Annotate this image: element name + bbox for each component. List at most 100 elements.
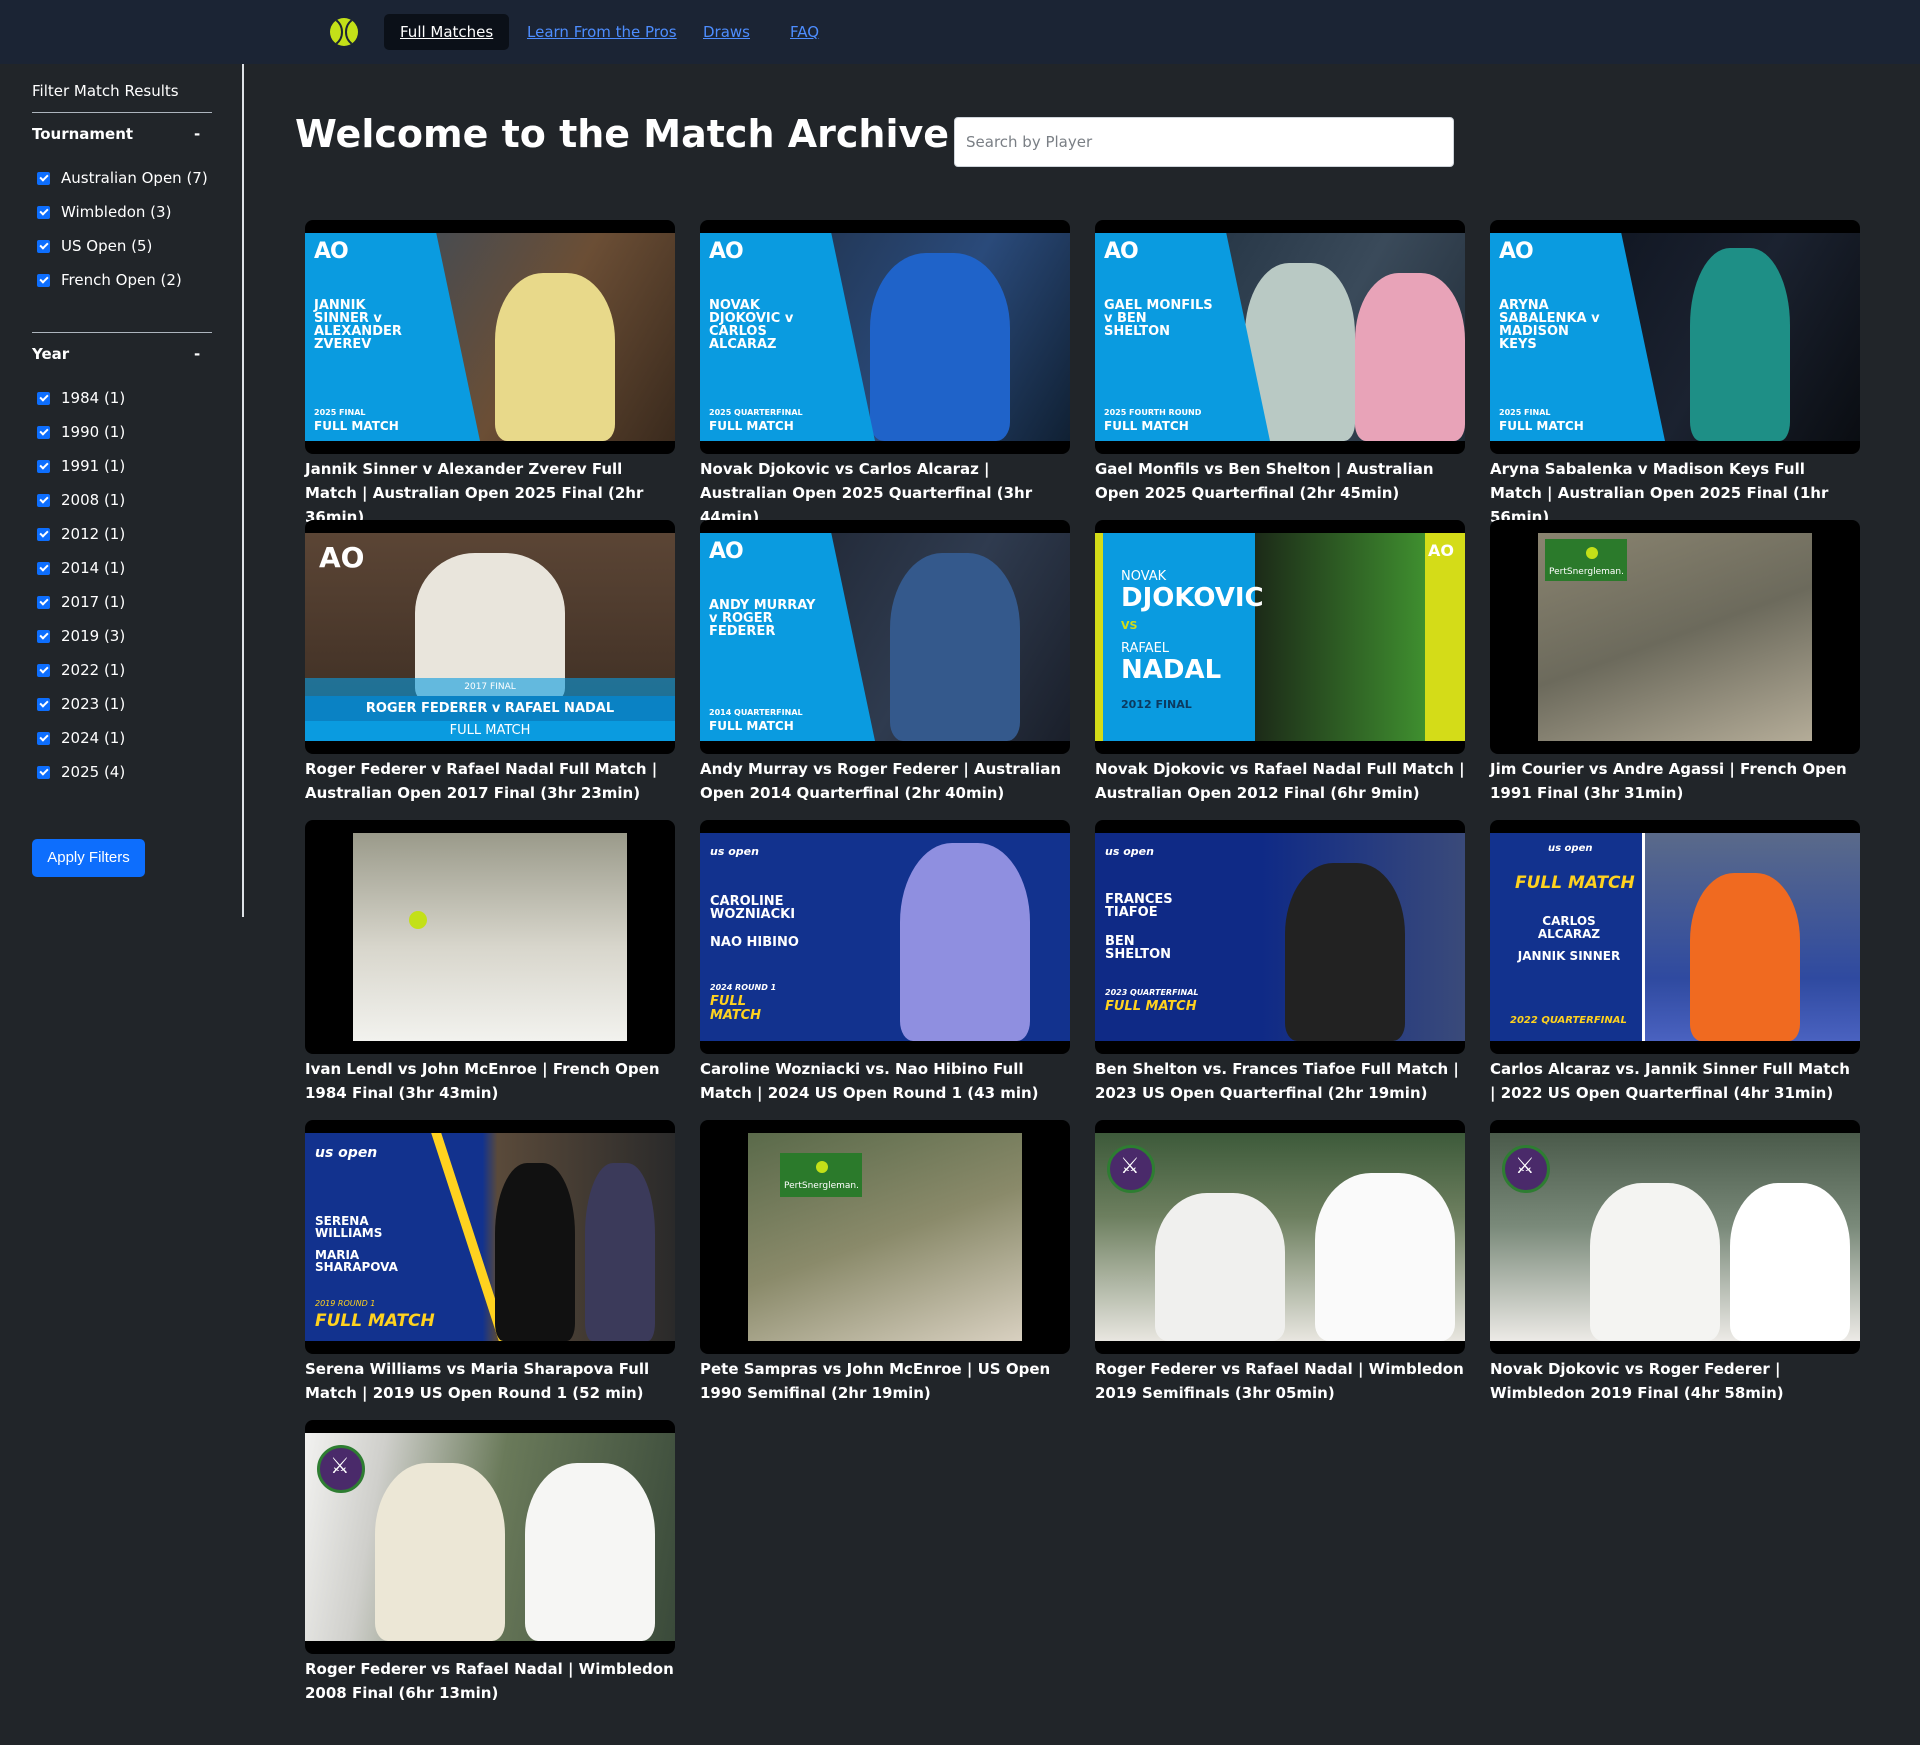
nav-learn-from-pros[interactable]: Learn From the Pros [527, 14, 677, 50]
player-figure [1255, 533, 1425, 741]
match-card[interactable]: us open FULL MATCH CARLOS ALCARAZ JANNIK… [1490, 820, 1860, 1105]
match-thumbnail[interactable]: us open CAROLINE WOZNIACKI NAO HIBINO 20… [700, 820, 1070, 1054]
top-navbar: Full Matches Learn From the Pros Draws F… [0, 0, 1920, 64]
match-card[interactable]: us open CAROLINE WOZNIACKI NAO HIBINO 20… [700, 820, 1070, 1105]
match-card[interactable]: AO ANDY MURRAY v ROGER FEDERER 2014 QUAR… [700, 520, 1070, 805]
match-thumbnail[interactable]: PertSnergleman. [700, 1120, 1070, 1354]
checkbox[interactable] [37, 765, 50, 779]
match-title[interactable]: Carlos Alcaraz vs. Jannik Sinner Full Ma… [1490, 1057, 1860, 1105]
match-title[interactable]: Novak Djokovic vs Carlos Alcaraz | Austr… [700, 457, 1070, 529]
match-title[interactable]: Novak Djokovic vs Rafael Nadal Full Matc… [1095, 757, 1465, 805]
ao-logo-icon: AO [709, 239, 744, 264]
filter-french-open[interactable]: French Open (2) [37, 270, 182, 290]
filter-year-2014[interactable]: 2014 (1) [37, 558, 125, 578]
match-thumbnail[interactable] [305, 820, 675, 1054]
match-card[interactable]: AO 2017 FINAL ROGER FEDERER v RAFAEL NAD… [305, 520, 675, 805]
match-card[interactable]: PertSnergleman. Pete Sampras vs John McE… [700, 1120, 1070, 1405]
match-title[interactable]: Roger Federer vs Rafael Nadal | Wimbledo… [305, 1657, 675, 1705]
match-card[interactable]: AO ARYNA SABALENKA v MADISON KEYS 2025 F… [1490, 220, 1860, 529]
match-thumbnail[interactable]: us open FRANCES TIAFOE BEN SHELTON 2023 … [1095, 820, 1465, 1054]
match-thumbnail[interactable]: AO NOVAK DJOKOVIC VS RAFAEL NADAL 2012 F… [1095, 520, 1465, 754]
checkbox[interactable] [37, 731, 50, 745]
match-title[interactable]: Ben Shelton vs. Frances Tiafoe Full Matc… [1095, 1057, 1465, 1105]
checkbox[interactable] [37, 527, 50, 541]
filter-us-open[interactable]: US Open (5) [37, 236, 152, 256]
match-thumbnail[interactable]: AO GAEL MONFILS v BEN SHELTON 2025 FOURT… [1095, 220, 1465, 454]
match-thumbnail[interactable]: AO 2017 FINAL ROGER FEDERER v RAFAEL NAD… [305, 520, 675, 754]
match-card[interactable]: AO JANNIK SINNER v ALEXANDER ZVEREV 2025… [305, 220, 675, 529]
filter-year-1990[interactable]: 1990 (1) [37, 422, 125, 442]
match-card[interactable]: AO GAEL MONFILS v BEN SHELTON 2025 FOURT… [1095, 220, 1465, 505]
match-thumbnail[interactable]: AO ARYNA SABALENKA v MADISON KEYS 2025 F… [1490, 220, 1860, 454]
checkbox[interactable] [37, 273, 50, 287]
checkbox[interactable] [37, 239, 50, 253]
match-card[interactable]: Roger Federer vs Rafael Nadal | Wimbledo… [305, 1420, 675, 1705]
year-heading[interactable]: Year [32, 345, 69, 363]
checkbox[interactable] [37, 459, 50, 473]
match-card[interactable]: Roger Federer vs Rafael Nadal | Wimbledo… [1095, 1120, 1465, 1405]
filter-wimbledon[interactable]: Wimbledon (3) [37, 202, 171, 222]
match-thumbnail[interactable]: us open SERENA WILLIAMS MARIA SHARAPOVA … [305, 1120, 675, 1354]
match-title[interactable]: Aryna Sabalenka v Madison Keys Full Matc… [1490, 457, 1860, 529]
checkbox[interactable] [37, 697, 50, 711]
thumb-round: 2025 FINAL [314, 408, 366, 417]
filter-year-2012[interactable]: 2012 (1) [37, 524, 125, 544]
match-thumbnail[interactable]: AO JANNIK SINNER v ALEXANDER ZVEREV 2025… [305, 220, 675, 454]
match-card[interactable]: PertSnergleman. Jim Courier vs Andre Aga… [1490, 520, 1860, 805]
filter-sidebar: Filter Match Results Tournament - Austra… [0, 64, 244, 917]
match-card[interactable]: us open SERENA WILLIAMS MARIA SHARAPOVA … [305, 1120, 675, 1405]
checkbox[interactable] [37, 391, 50, 405]
tennis-ball-icon[interactable] [330, 18, 358, 46]
filter-year-2017[interactable]: 2017 (1) [37, 592, 125, 612]
match-card[interactable]: AO NOVAK DJOKOVIC VS RAFAEL NADAL 2012 F… [1095, 520, 1465, 805]
match-thumbnail[interactable]: AO ANDY MURRAY v ROGER FEDERER 2014 QUAR… [700, 520, 1070, 754]
checkbox[interactable] [37, 595, 50, 609]
filter-year-2022[interactable]: 2022 (1) [37, 660, 125, 680]
nav-faq[interactable]: FAQ [790, 14, 819, 50]
filter-year-2008[interactable]: 2008 (1) [37, 490, 125, 510]
filter-australian-open[interactable]: Australian Open (7) [37, 168, 208, 188]
checkbox[interactable] [37, 663, 50, 677]
match-title[interactable]: Caroline Wozniacki vs. Nao Hibino Full M… [700, 1057, 1070, 1105]
match-title[interactable]: Novak Djokovic vs Roger Federer | Wimble… [1490, 1357, 1860, 1405]
match-card[interactable]: us open FRANCES TIAFOE BEN SHELTON 2023 … [1095, 820, 1465, 1105]
filter-year-1984[interactable]: 1984 (1) [37, 388, 125, 408]
checkbox[interactable] [37, 493, 50, 507]
match-title[interactable]: Ivan Lendl vs John McEnroe | French Open… [305, 1057, 675, 1105]
nav-draws[interactable]: Draws [703, 14, 750, 50]
filter-year-1991[interactable]: 1991 (1) [37, 456, 125, 476]
filter-year-2024[interactable]: 2024 (1) [37, 728, 125, 748]
match-thumbnail[interactable] [1095, 1120, 1465, 1354]
checkbox[interactable] [37, 205, 50, 219]
match-title[interactable]: Jannik Sinner v Alexander Zverev Full Ma… [305, 457, 675, 529]
player-figure [1690, 248, 1790, 441]
match-title[interactable]: Roger Federer v Rafael Nadal Full Match … [305, 757, 675, 805]
filter-year-2019[interactable]: 2019 (3) [37, 626, 125, 646]
checkbox[interactable] [37, 629, 50, 643]
match-thumbnail[interactable] [1490, 1120, 1860, 1354]
match-title[interactable]: Jim Courier vs Andre Agassi | French Ope… [1490, 757, 1860, 805]
year-collapse-toggle[interactable]: - [194, 345, 200, 363]
match-title[interactable]: Serena Williams vs Maria Sharapova Full … [305, 1357, 675, 1405]
search-input[interactable] [954, 117, 1454, 167]
match-thumbnail[interactable]: us open FULL MATCH CARLOS ALCARAZ JANNIK… [1490, 820, 1860, 1054]
match-thumbnail[interactable] [305, 1420, 675, 1654]
nav-full-matches[interactable]: Full Matches [384, 14, 510, 50]
match-title[interactable]: Gael Monfils vs Ben Shelton | Australian… [1095, 457, 1465, 505]
apply-filters-button[interactable]: Apply Filters [32, 839, 145, 877]
match-card[interactable]: AO NOVAK DJOKOVIC v CARLOS ALCARAZ 2025 … [700, 220, 1070, 529]
match-card[interactable]: Ivan Lendl vs John McEnroe | French Open… [305, 820, 675, 1105]
filter-year-2025[interactable]: 2025 (4) [37, 762, 125, 782]
checkbox[interactable] [37, 171, 50, 185]
checkbox[interactable] [37, 561, 50, 575]
match-title[interactable]: Pete Sampras vs John McEnroe | US Open 1… [700, 1357, 1070, 1405]
tournament-collapse-toggle[interactable]: - [194, 125, 200, 143]
match-title[interactable]: Andy Murray vs Roger Federer | Australia… [700, 757, 1070, 805]
checkbox[interactable] [37, 425, 50, 439]
match-thumbnail[interactable]: AO NOVAK DJOKOVIC v CARLOS ALCARAZ 2025 … [700, 220, 1070, 454]
tournament-heading[interactable]: Tournament [32, 125, 133, 143]
filter-year-2023[interactable]: 2023 (1) [37, 694, 125, 714]
match-card[interactable]: Novak Djokovic vs Roger Federer | Wimble… [1490, 1120, 1860, 1405]
match-thumbnail[interactable]: PertSnergleman. [1490, 520, 1860, 754]
match-title[interactable]: Roger Federer vs Rafael Nadal | Wimbledo… [1095, 1357, 1465, 1405]
